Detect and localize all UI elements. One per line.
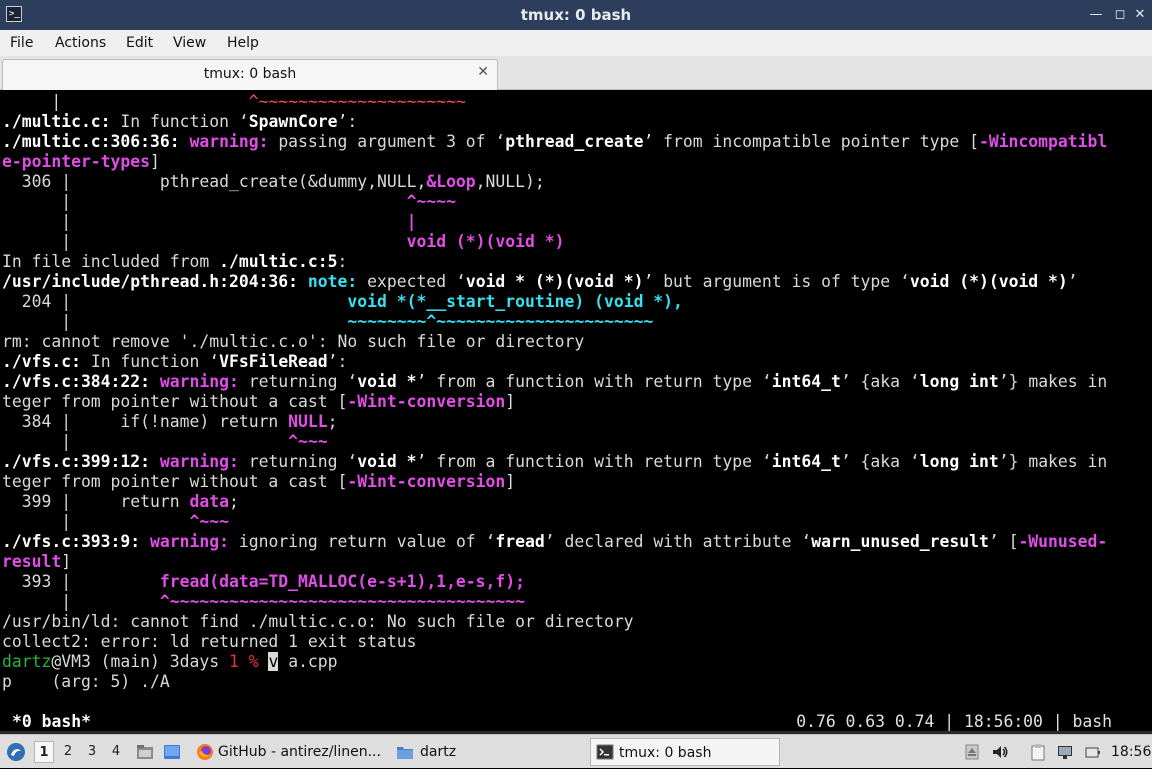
terminal-line: | ^~~~~: [2, 192, 456, 211]
terminal-line: result]: [2, 552, 72, 571]
terminal-line: rm: cannot remove './multic.c.o': No suc…: [2, 332, 585, 351]
tab-label: tmux: 0 bash: [203, 66, 297, 82]
menu-help[interactable]: Help: [227, 30, 259, 56]
terminal-icon: [596, 743, 614, 761]
task-label: tmux: 0 bash: [619, 745, 712, 761]
task-label: dartz: [420, 744, 457, 760]
terminal-line: 399 | return data;: [2, 492, 239, 511]
terminal-line: ./vfs.c: In function ‘VFsFileRead’:: [2, 352, 348, 371]
terminal-line: 306 | pthread_create(&dummy,NULL,&Loop,N…: [2, 172, 545, 191]
power-manager-icon[interactable]: [1084, 743, 1102, 761]
clock[interactable]: 18:56: [1111, 735, 1151, 769]
terminal-line: /usr/bin/ld: cannot find ./multic.c.o: N…: [2, 612, 634, 631]
tmux-window-list[interactable]: *0 bash*: [12, 712, 91, 731]
terminal-line: | ^~~~~~~~~~~~~~~~~~~~~~~~~~~~~~~~~~~~~: [2, 592, 526, 611]
minimize-button[interactable]: —: [1086, 5, 1106, 25]
task-label: GitHub - antirez/linen...: [218, 744, 381, 760]
workspace-2[interactable]: 2: [58, 741, 78, 763]
firefox-icon: [196, 743, 214, 761]
menu-view[interactable]: View: [173, 30, 206, 56]
menu-file[interactable]: File: [10, 30, 33, 56]
file-manager-launcher-icon[interactable]: [136, 743, 154, 761]
terminal-line: e-pointer-types]: [2, 152, 160, 171]
folder-icon: [396, 743, 414, 761]
network-icon[interactable]: [1056, 743, 1074, 761]
window-title: tmux: 0 bash: [520, 6, 632, 24]
close-window-button[interactable]: ✕: [1130, 5, 1150, 25]
terminal-line: /usr/include/pthread.h:204:36: note: exp…: [2, 272, 1078, 291]
terminal-line: In file included from ./multic.c:5:: [2, 252, 348, 271]
task-firefox[interactable]: GitHub - antirez/linen...: [192, 738, 386, 766]
terminal-area[interactable]: | ^~~~~~~~~~~~~~~~~~~~~~ ./multic.c: In …: [0, 90, 1152, 734]
terminal-line: 393 | fread(data=TD_MALLOC(e-s+1),1,e-s,…: [2, 572, 526, 591]
workspace-3[interactable]: 3: [82, 741, 102, 763]
menu-actions[interactable]: Actions: [55, 30, 106, 56]
tmux-status-right: 0.76 0.63 0.74 | 18:56:00 | bash: [796, 712, 1112, 731]
task-file-manager[interactable]: dartz: [392, 738, 582, 766]
eject-icon[interactable]: [963, 743, 981, 761]
terminal-line: ./vfs.c:393:9: warning: ignoring return …: [2, 532, 1108, 551]
tab-close-icon[interactable]: ✕: [477, 64, 489, 80]
terminal-line: ./vfs.c:399:12: warning: returning ‘void…: [2, 452, 1108, 471]
taskbar: 1 2 3 4 GitHub - antirez/linen... dartz …: [0, 734, 1152, 768]
clipboard-icon[interactable]: [1029, 743, 1047, 761]
terminal-line: | void (*)(void *): [2, 232, 565, 251]
volume-icon[interactable]: [991, 743, 1009, 761]
workspace-4[interactable]: 4: [106, 741, 126, 763]
terminal-line: ./multic.c: In function ‘SpawnCore’:: [2, 112, 358, 131]
terminal-line: 204 | void *(*__start_routine) (void *),: [2, 292, 683, 311]
terminal-line: collect2: error: ld returned 1 exit stat…: [2, 632, 417, 651]
tmux-status-bar: *0 bash* 0.76 0.63 0.74 | 18:56:00 | bas…: [0, 710, 1152, 731]
terminal-tab[interactable]: tmux: 0 bash ✕: [2, 59, 498, 90]
terminal-line: | ^~~~~~~~~~~~~~~~~~~~~~: [2, 92, 466, 111]
shell-prompt[interactable]: dartz@VM3 (main) 3days 1 % v a.cpp: [2, 652, 338, 672]
maximize-button[interactable]: ◻: [1110, 5, 1130, 25]
start-menu-icon[interactable]: [6, 742, 26, 762]
task-terminal[interactable]: tmux: 0 bash: [590, 738, 780, 766]
terminal-line: ./multic.c:306:36: warning: passing argu…: [2, 132, 1108, 151]
terminal-line: teger from pointer without a cast [-Wint…: [2, 472, 516, 491]
terminal-line: | ^~~~: [2, 432, 328, 451]
tab-strip: tmux: 0 bash ✕: [0, 56, 1152, 90]
terminal-line: p (arg: 5) ./A: [2, 672, 170, 691]
terminal-line: ./vfs.c:384:22: warning: returning ‘void…: [2, 372, 1108, 391]
terminal-line: | ~~~~~~~~^~~~~~~~~~~~~~~~~~~~~~~: [2, 312, 654, 331]
show-desktop-icon[interactable]: [163, 743, 181, 761]
window-titlebar[interactable]: >_ tmux: 0 bash — ◻ ✕: [0, 0, 1152, 30]
menu-edit[interactable]: Edit: [126, 30, 153, 56]
terminal-line: teger from pointer without a cast [-Wint…: [2, 392, 516, 411]
terminal-line: | ^~~~: [2, 512, 229, 531]
terminal-line: 384 | if(!name) return NULL;: [2, 412, 338, 431]
terminal-line: | |: [2, 212, 417, 231]
menu-bar: File Actions Edit View Help: [0, 30, 1152, 56]
text-cursor: v: [268, 652, 279, 671]
workspace-1[interactable]: 1: [34, 741, 54, 763]
